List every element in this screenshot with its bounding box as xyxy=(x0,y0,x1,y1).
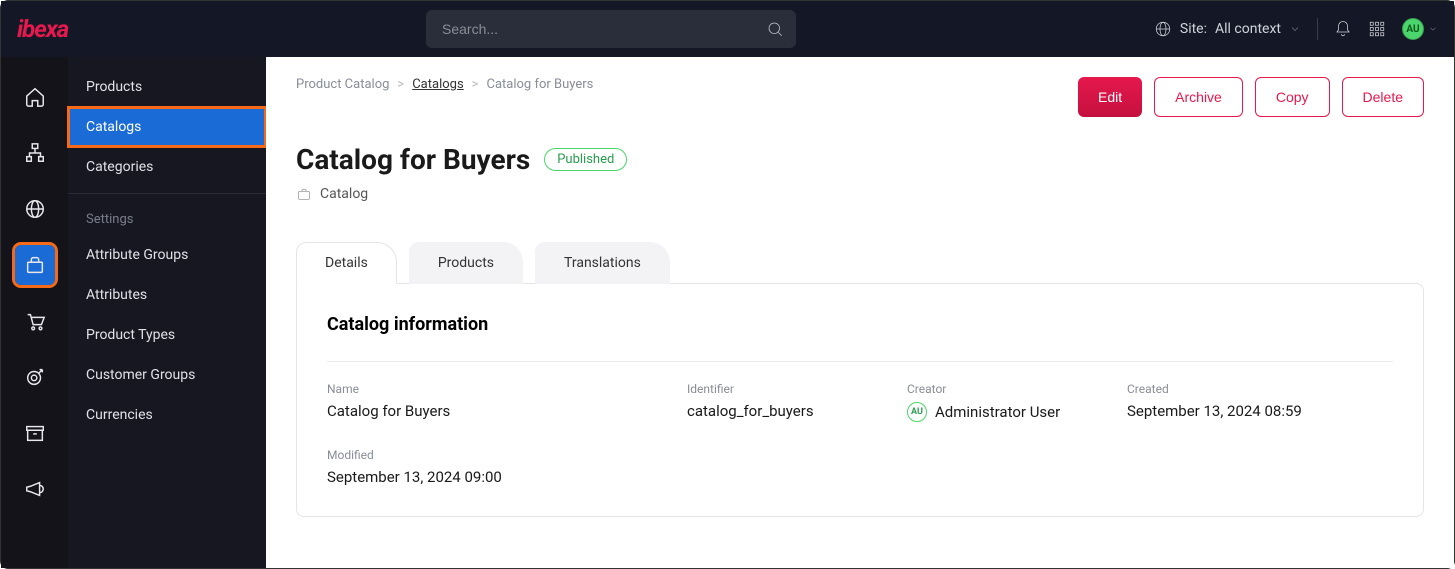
site-label: Site: xyxy=(1180,21,1207,37)
avatar: AU xyxy=(1402,18,1424,40)
creator-avatar: AU xyxy=(907,402,927,422)
chevron-down-icon xyxy=(1289,23,1301,35)
field-value-identifier: catalog_for_buyers xyxy=(687,402,887,420)
user-menu[interactable]: AU xyxy=(1402,18,1438,40)
rail-item-sitemap[interactable] xyxy=(15,133,55,173)
rail-item-catalog[interactable] xyxy=(15,245,55,285)
creator-name: Administrator User xyxy=(935,403,1060,421)
edit-button[interactable]: Edit xyxy=(1078,77,1142,117)
panel: Catalog information Name Catalog for Buy… xyxy=(296,283,1424,517)
rail-item-cart[interactable] xyxy=(15,301,55,341)
breadcrumb-separator: > xyxy=(472,77,479,92)
bell-icon[interactable] xyxy=(1334,20,1352,38)
breadcrumb: Product Catalog > Catalogs > Catalog for… xyxy=(296,77,593,92)
field-value-modified: September 13, 2024 09:00 xyxy=(327,468,667,486)
content-type: Catalog xyxy=(320,186,368,202)
tab-details[interactable]: Details xyxy=(296,242,397,284)
logo[interactable]: ibexa xyxy=(17,15,68,43)
top-right: Site: All context AU xyxy=(1154,18,1438,40)
breadcrumb-current: Catalog for Buyers xyxy=(486,77,593,92)
subnav: Products Catalogs Categories Settings At… xyxy=(68,57,266,568)
rail-item-archive[interactable] xyxy=(15,413,55,453)
rail-item-home[interactable] xyxy=(15,77,55,117)
site-context[interactable]: Site: All context xyxy=(1154,20,1301,38)
search-input[interactable] xyxy=(426,10,796,48)
status-badge: Published xyxy=(544,148,627,171)
subnav-divider xyxy=(68,193,266,194)
tab-products[interactable]: Products xyxy=(409,242,523,284)
chevron-down-icon xyxy=(1428,24,1438,34)
field-label-modified: Modified xyxy=(327,448,667,462)
breadcrumb-root[interactable]: Product Catalog xyxy=(296,77,389,92)
globe-icon xyxy=(1154,20,1172,38)
field-label-creator: Creator xyxy=(907,382,1107,396)
catalog-icon xyxy=(296,186,312,202)
breadcrumb-parent[interactable]: Catalogs xyxy=(412,77,463,92)
page-title: Catalog for Buyers xyxy=(296,143,530,176)
divider xyxy=(1317,18,1318,40)
subnav-item-products[interactable]: Products xyxy=(68,67,266,107)
breadcrumb-separator: > xyxy=(397,77,404,92)
rail xyxy=(1,57,68,568)
site-value: All context xyxy=(1215,21,1281,37)
copy-button[interactable]: Copy xyxy=(1255,77,1330,117)
subnav-item-product-types[interactable]: Product Types xyxy=(68,315,266,355)
subnav-item-currencies[interactable]: Currencies xyxy=(68,395,266,435)
field-label-created: Created xyxy=(1127,382,1393,396)
subnav-item-attribute-groups[interactable]: Attribute Groups xyxy=(68,235,266,275)
actions: Edit Archive Copy Delete xyxy=(1078,77,1424,117)
rail-item-megaphone[interactable] xyxy=(15,469,55,509)
panel-divider xyxy=(327,361,1393,362)
subnav-item-catalogs[interactable]: Catalogs xyxy=(68,107,266,147)
tabs: Details Products Translations xyxy=(296,242,1424,284)
delete-button[interactable]: Delete xyxy=(1342,77,1424,117)
tab-translations[interactable]: Translations xyxy=(535,242,670,284)
field-value-creator: AU Administrator User xyxy=(907,402,1107,422)
subnav-settings-header: Settings xyxy=(68,200,266,235)
field-label-identifier: Identifier xyxy=(687,382,887,396)
field-label-name: Name xyxy=(327,382,667,396)
field-value-created: September 13, 2024 08:59 xyxy=(1127,402,1393,420)
archive-button[interactable]: Archive xyxy=(1154,77,1243,117)
content: Product Catalog > Catalogs > Catalog for… xyxy=(266,57,1454,568)
topbar: ibexa Site: All context AU xyxy=(1,1,1454,57)
rail-item-globe[interactable] xyxy=(15,189,55,229)
subnav-item-categories[interactable]: Categories xyxy=(68,147,266,187)
search-wrap xyxy=(426,10,796,48)
panel-heading: Catalog information xyxy=(327,314,1393,335)
subnav-item-customer-groups[interactable]: Customer Groups xyxy=(68,355,266,395)
subnav-item-attributes[interactable]: Attributes xyxy=(68,275,266,315)
search-icon xyxy=(766,20,784,38)
rail-item-target[interactable] xyxy=(15,357,55,397)
field-value-name: Catalog for Buyers xyxy=(327,402,667,420)
apps-grid-icon[interactable] xyxy=(1368,20,1386,38)
